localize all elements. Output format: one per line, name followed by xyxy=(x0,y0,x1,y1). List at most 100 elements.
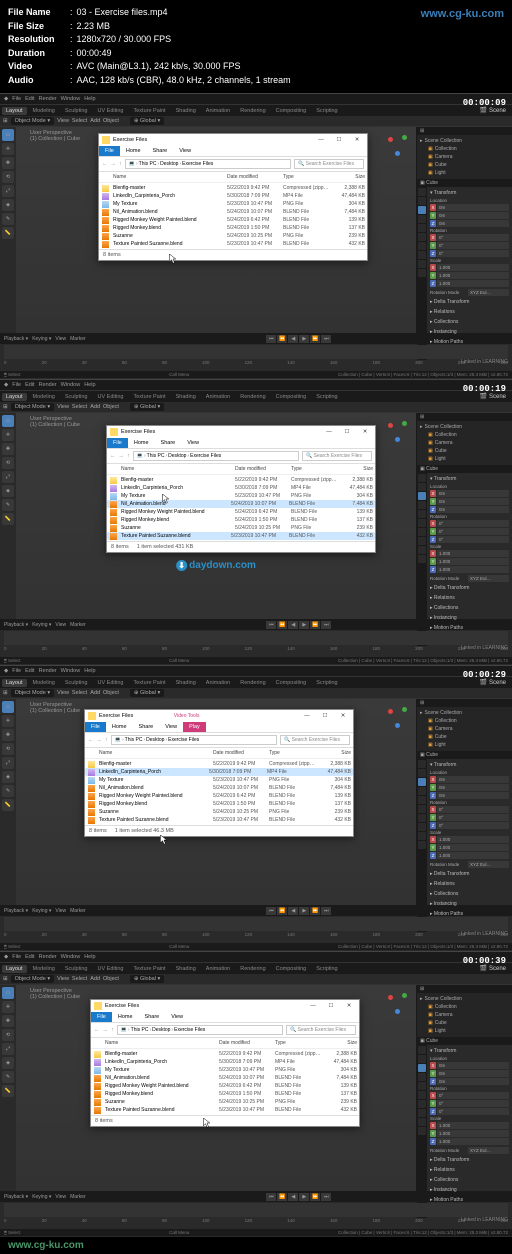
menu-item[interactable]: Render xyxy=(39,954,57,960)
timeline-menu[interactable]: Keying ▾ xyxy=(32,622,51,628)
scale-tool-icon[interactable]: ⤢ xyxy=(2,185,14,197)
mode-selector[interactable]: Object Mode ▾ xyxy=(11,117,54,125)
property-tab-icon[interactable] xyxy=(418,760,426,768)
nav-arrow-button[interactable]: → xyxy=(97,737,103,743)
move-tool-icon[interactable]: ✥ xyxy=(2,729,14,741)
measure-tool-icon[interactable]: 📏 xyxy=(2,513,14,525)
property-section-toggle[interactable]: ▸ Relations xyxy=(430,594,509,602)
crumb-item[interactable]: This PC xyxy=(131,1027,149,1033)
window-titlebar[interactable]: Exercise Files — ☐ ✕ xyxy=(91,1000,359,1012)
window-titlebar[interactable]: Exercise Files — ☐ ✕ xyxy=(107,426,375,438)
maximize-button[interactable]: ☐ xyxy=(340,428,354,436)
file-row[interactable]: My Texture 5/23/2019 10:47 PM PNG File 3… xyxy=(107,492,375,500)
rotate-tool-icon[interactable]: ⟲ xyxy=(2,743,14,755)
minimize-button[interactable]: — xyxy=(306,1002,320,1010)
rotation-z-input[interactable]: 0° xyxy=(437,1108,509,1115)
workspace-tab[interactable]: Modeling xyxy=(29,107,59,115)
workspace-tab[interactable]: Modeling xyxy=(29,679,59,687)
property-tab-icon[interactable] xyxy=(418,251,426,259)
property-tab-icon[interactable] xyxy=(418,188,426,196)
menu-item[interactable]: Help xyxy=(84,96,95,102)
property-tab-icon[interactable] xyxy=(418,260,426,268)
timeline-track[interactable] xyxy=(4,631,508,645)
toolbar-menu[interactable]: Add xyxy=(90,690,100,696)
rotation-x-input[interactable]: 0° xyxy=(437,1092,509,1099)
scale-z-input[interactable]: 1.000 xyxy=(437,280,509,287)
property-tab-icon[interactable] xyxy=(418,1127,426,1135)
nav-arrow-button[interactable]: ← xyxy=(94,1027,100,1033)
ribbon-tab[interactable]: Share xyxy=(139,1012,166,1022)
workspace-tab[interactable]: Animation xyxy=(202,393,234,401)
nav-arrow-button[interactable]: → xyxy=(119,453,125,459)
toolbar-menu[interactable]: View xyxy=(57,404,69,410)
ribbon-tab[interactable]: Home xyxy=(106,722,133,732)
rotation-mode-selector[interactable]: XYZ Eul… xyxy=(468,861,509,868)
scale-x-input[interactable]: 1.000 xyxy=(437,1122,509,1129)
timeline-menu[interactable]: Playback ▾ xyxy=(4,908,28,914)
close-button[interactable]: ✕ xyxy=(358,428,372,436)
select-tool-icon[interactable]: ▭ xyxy=(2,415,14,427)
crumb-item[interactable]: Desktop xyxy=(146,737,164,743)
timeline-menu[interactable]: Keying ▾ xyxy=(32,1194,51,1200)
rotation-y-input[interactable]: 0° xyxy=(437,242,509,249)
location-x-input[interactable]: 0m xyxy=(437,490,509,497)
jump-end-icon[interactable]: ⏭ xyxy=(321,621,331,629)
next-key-icon[interactable]: ⏩ xyxy=(310,907,320,915)
scale-x-input[interactable]: 1.000 xyxy=(437,550,509,557)
outliner-item[interactable]: ▣Camera xyxy=(420,439,509,447)
file-row[interactable]: Nil_Animation.blend 5/24/2019 10:07 PM B… xyxy=(91,1074,359,1082)
workspace-tab[interactable]: Modeling xyxy=(29,393,59,401)
outliner-item[interactable]: ▣Cube xyxy=(420,161,509,169)
property-tab-icon[interactable] xyxy=(418,537,426,545)
play-reverse-icon[interactable]: ◀ xyxy=(288,1193,298,1201)
workspace-tab[interactable]: Texture Paint xyxy=(129,679,169,687)
location-y-input[interactable]: 0m xyxy=(437,498,509,505)
property-section-toggle[interactable]: ▸ Collections xyxy=(430,1176,509,1184)
close-button[interactable]: ✕ xyxy=(336,712,350,720)
x-axis-icon[interactable] xyxy=(388,137,393,142)
toolbar-menu[interactable]: Object xyxy=(103,690,119,696)
next-key-icon[interactable]: ⏩ xyxy=(310,1193,320,1201)
workspace-tab[interactable]: Scripting xyxy=(312,965,341,973)
timeline-track[interactable] xyxy=(4,345,508,359)
location-x-input[interactable]: 0m xyxy=(437,1062,509,1069)
property-tab-icon[interactable] xyxy=(418,805,426,813)
property-section-toggle[interactable]: ▸ Instancing xyxy=(430,328,509,336)
outliner-item[interactable]: ▣Light xyxy=(420,169,509,177)
transform-tool-icon[interactable]: ◈ xyxy=(2,771,14,783)
property-tab-icon[interactable] xyxy=(418,269,426,277)
outliner[interactable]: ▸Scene Collection ▣Collection▣Camera▣Cub… xyxy=(417,993,512,1037)
rotation-x-input[interactable]: 0° xyxy=(437,234,509,241)
location-z-input[interactable]: 0m xyxy=(437,1078,509,1085)
workspace-tab[interactable]: UV Editing xyxy=(93,107,127,115)
workspace-tab[interactable]: Animation xyxy=(202,679,234,687)
maximize-button[interactable]: ☐ xyxy=(318,712,332,720)
outliner-item[interactable]: ▣Cube xyxy=(420,447,509,455)
file-row[interactable]: Texture Painted Suzanne.blend 5/23/2019 … xyxy=(107,532,375,540)
orientation-selector[interactable]: ⊕ Global ▾ xyxy=(130,403,164,411)
toolbar-menu[interactable]: Select xyxy=(72,976,87,982)
location-y-input[interactable]: 0m xyxy=(437,212,509,219)
menu-item[interactable]: Render xyxy=(39,96,57,102)
menu-item[interactable]: Edit xyxy=(25,668,34,674)
timeline-menu[interactable]: Keying ▾ xyxy=(32,336,51,342)
file-row[interactable]: LinkedIn_Carpinteria_Porch 5/30/2018 7:0… xyxy=(107,484,375,492)
y-axis-icon[interactable] xyxy=(402,707,407,712)
y-axis-icon[interactable] xyxy=(402,135,407,140)
rotation-x-input[interactable]: 0° xyxy=(437,520,509,527)
toolbar-menu[interactable]: Select xyxy=(72,118,87,124)
file-row[interactable]: Texture Painted Suzanne.blend 5/23/2019 … xyxy=(85,816,353,824)
property-tab-icon[interactable] xyxy=(418,841,426,849)
outliner-item[interactable]: ▣Collection xyxy=(420,717,509,725)
search-input[interactable]: 🔍 Search Exercise Files xyxy=(286,1025,356,1035)
3d-viewport[interactable]: User Perspective(1) Collection | Cube ⬇d… xyxy=(16,413,416,619)
jump-start-icon[interactable]: ⏮ xyxy=(266,907,276,915)
rotate-tool-icon[interactable]: ⟲ xyxy=(2,457,14,469)
file-row[interactable]: LinkedIn_Carpinteria_Porch 5/30/2018 7:0… xyxy=(91,1058,359,1066)
file-row[interactable]: Nil_Animation.blend 5/24/2019 10:07 PM B… xyxy=(107,500,375,508)
property-tab-icon[interactable] xyxy=(418,519,426,527)
property-tab-icon[interactable] xyxy=(418,546,426,554)
jump-end-icon[interactable]: ⏭ xyxy=(321,907,331,915)
file-row[interactable]: My Texture 5/23/2019 10:47 PM PNG File 3… xyxy=(85,776,353,784)
file-row[interactable]: Nil_Animation.blend 5/24/2019 10:07 PM B… xyxy=(99,208,367,216)
